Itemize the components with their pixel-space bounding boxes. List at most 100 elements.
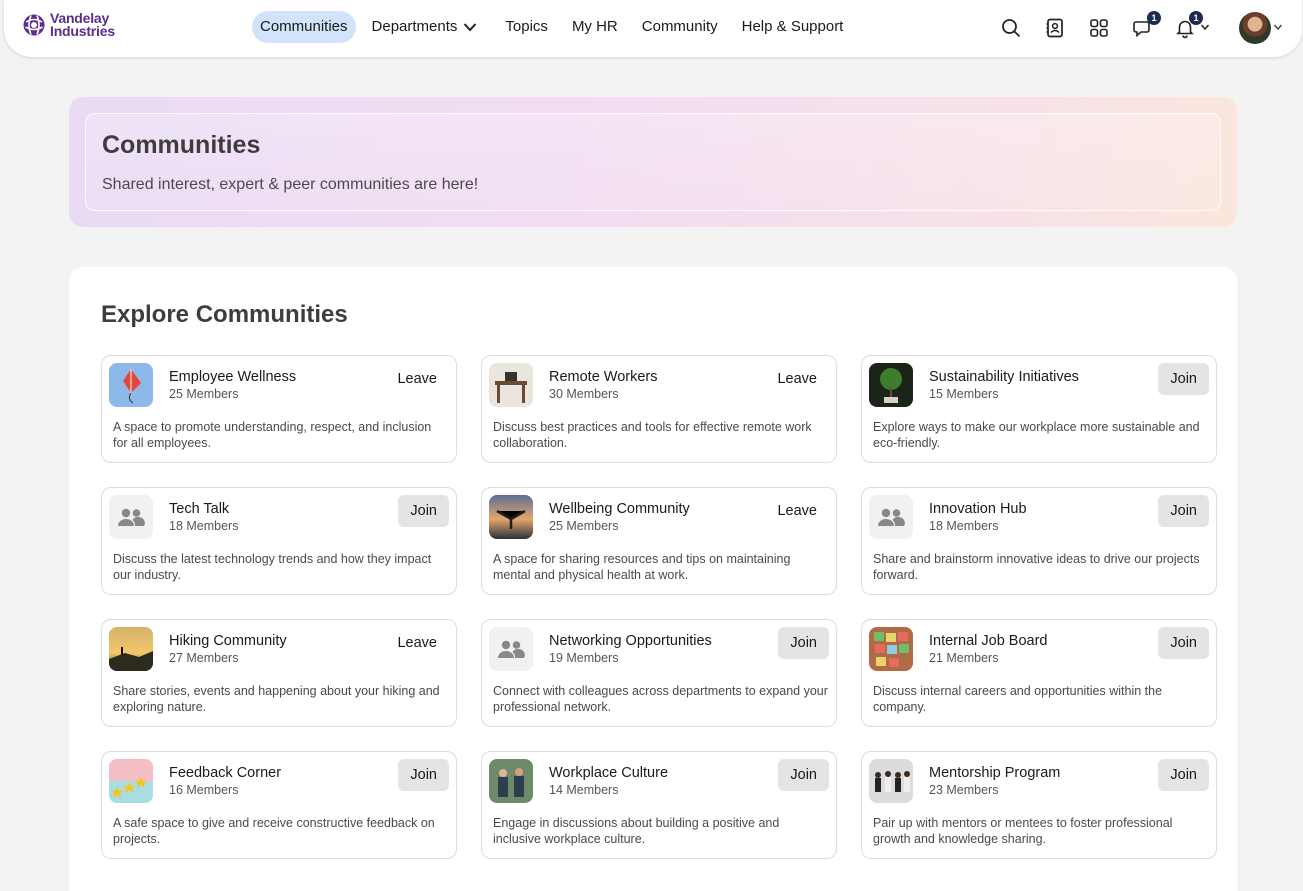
community-member-count: 19 Members (549, 651, 619, 665)
leave-button[interactable]: Leave (385, 627, 449, 659)
group-placeholder-icon (489, 627, 533, 671)
community-image (109, 759, 153, 803)
community-name: Hiking Community (169, 633, 287, 649)
chat-badge: 1 (1147, 11, 1161, 25)
community-card-tech-talk[interactable]: Tech Talk 18 Members Join Discuss the la… (101, 487, 457, 595)
community-name: Sustainability Initiatives (929, 369, 1079, 385)
join-button[interactable]: Join (1158, 627, 1209, 659)
community-image (109, 627, 153, 671)
community-card-internal-job-board[interactable]: Internal Job Board 21 Members Join Discu… (861, 619, 1217, 727)
contacts-icon[interactable] (1043, 16, 1067, 40)
community-description: Discuss best practices and tools for eff… (493, 420, 812, 450)
community-card-remote-workers[interactable]: Remote Workers 30 Members Leave Discuss … (481, 355, 837, 463)
community-grid: Employee Wellness 25 Members Leave A spa… (101, 355, 1217, 859)
join-button[interactable]: Join (778, 759, 829, 791)
community-member-count: 25 Members (549, 519, 619, 533)
community-image (489, 759, 533, 803)
nav-communities-label: Communities (260, 18, 348, 35)
community-card-hiking-community[interactable]: Hiking Community 27 Members Leave Share … (101, 619, 457, 727)
community-description: A space to promote understanding, respec… (113, 420, 432, 450)
search-icon[interactable] (999, 16, 1023, 40)
leave-button[interactable]: Leave (765, 363, 829, 395)
banner-inner: Communities Shared interest, expert & pe… (85, 113, 1221, 211)
brand-name-line2: Industries (50, 23, 115, 39)
community-card-networking-opportunities[interactable]: Networking Opportunities 19 Members Join… (481, 619, 837, 727)
community-description: Explore ways to make our workplace more … (873, 420, 1200, 450)
community-name: Internal Job Board (929, 633, 1048, 649)
community-description: Engage in discussions about building a p… (493, 816, 780, 846)
nav-departments[interactable]: Departments (364, 11, 486, 43)
group-placeholder-icon (869, 495, 913, 539)
community-member-count: 16 Members (169, 783, 239, 797)
nav-departments-label: Departments (371, 18, 458, 35)
community-name: Mentorship Program (929, 765, 1061, 781)
explore-communities-panel: Explore Communities Employee Wellness 25… (69, 267, 1237, 891)
nav-community-label: Community (641, 18, 718, 35)
nav-my-hr[interactable]: My HR (564, 11, 626, 43)
nav-help-support-label: Help & Support (741, 18, 844, 35)
community-image (869, 363, 913, 407)
chat-button[interactable]: 1 (1131, 11, 1161, 40)
community-description: Share stories, events and happening abou… (113, 684, 440, 714)
community-description: Connect with colleagues across departmen… (493, 684, 828, 714)
join-button[interactable]: Join (1158, 495, 1209, 527)
nav-help-support[interactable]: Help & Support (734, 11, 852, 43)
community-member-count: 14 Members (549, 783, 619, 797)
community-image (109, 363, 153, 407)
community-card-employee-wellness[interactable]: Employee Wellness 25 Members Leave A spa… (101, 355, 457, 463)
community-name: Workplace Culture (549, 765, 669, 781)
join-button[interactable]: Join (1158, 363, 1209, 395)
chevron-down-icon (464, 23, 477, 32)
community-description: Discuss the latest technology trends and… (113, 552, 432, 582)
community-member-count: 27 Members (169, 651, 239, 665)
join-button[interactable]: Join (778, 627, 829, 659)
nav-community[interactable]: Community (634, 11, 726, 43)
community-image (869, 627, 913, 671)
main-nav: Communities Departments Topics My HR Com… (252, 11, 859, 43)
community-description: A space for sharing resources and tips o… (493, 552, 791, 582)
apps-grid-icon[interactable] (1087, 16, 1111, 40)
community-card-workplace-culture[interactable]: Workplace Culture 14 Members Join Engage… (481, 751, 837, 859)
nav-communities[interactable]: Communities (252, 11, 356, 43)
page-subtitle: Shared interest, expert & peer communiti… (102, 176, 479, 193)
nav-my-hr-label: My HR (571, 18, 618, 35)
community-card-mentorship-program[interactable]: Mentorship Program 23 Members Join Pair … (861, 751, 1217, 859)
community-description: Discuss internal careers and opportuniti… (873, 684, 1163, 714)
community-card-sustainability-initiatives[interactable]: Sustainability Initiatives 15 Members Jo… (861, 355, 1217, 463)
group-placeholder-icon (109, 495, 153, 539)
community-card-wellbeing-community[interactable]: Wellbeing Community 25 Members Leave A s… (481, 487, 837, 595)
community-name: Feedback Corner (169, 765, 282, 781)
community-member-count: 15 Members (929, 387, 999, 401)
nav-topics-label: Topics (505, 18, 548, 35)
community-name: Employee Wellness (169, 369, 297, 385)
join-button[interactable]: Join (1158, 759, 1209, 791)
page-title: Communities (102, 131, 261, 159)
community-name: Remote Workers (549, 369, 658, 385)
community-member-count: 21 Members (929, 651, 999, 665)
join-button[interactable]: Join (398, 495, 449, 527)
community-name: Wellbeing Community (549, 501, 690, 517)
community-member-count: 30 Members (549, 387, 619, 401)
section-title: Explore Communities (101, 301, 348, 328)
community-image (489, 495, 533, 539)
leave-button[interactable]: Leave (385, 363, 449, 395)
chevron-down-icon[interactable] (1200, 22, 1210, 32)
notifications-button[interactable]: 1 (1173, 11, 1203, 40)
avatar[interactable] (1239, 12, 1271, 44)
community-card-innovation-hub[interactable]: Innovation Hub 18 Members Join Share and… (861, 487, 1217, 595)
community-name: Tech Talk (169, 501, 230, 517)
community-member-count: 18 Members (929, 519, 999, 533)
join-button[interactable]: Join (398, 759, 449, 791)
community-name: Innovation Hub (929, 501, 1027, 517)
leave-button[interactable]: Leave (765, 495, 829, 527)
logo-icon (23, 14, 45, 36)
community-member-count: 18 Members (169, 519, 239, 533)
community-card-feedback-corner[interactable]: Feedback Corner 16 Members Join A safe s… (101, 751, 457, 859)
brand-logo[interactable]: Vandelay Industries (22, 11, 115, 39)
community-description: A safe space to give and receive constru… (113, 816, 435, 846)
community-member-count: 23 Members (929, 783, 999, 797)
community-description: Pair up with mentors or mentees to foste… (873, 816, 1173, 846)
community-image (869, 759, 913, 803)
chevron-down-icon[interactable] (1273, 22, 1283, 32)
nav-topics[interactable]: Topics (497, 11, 556, 43)
